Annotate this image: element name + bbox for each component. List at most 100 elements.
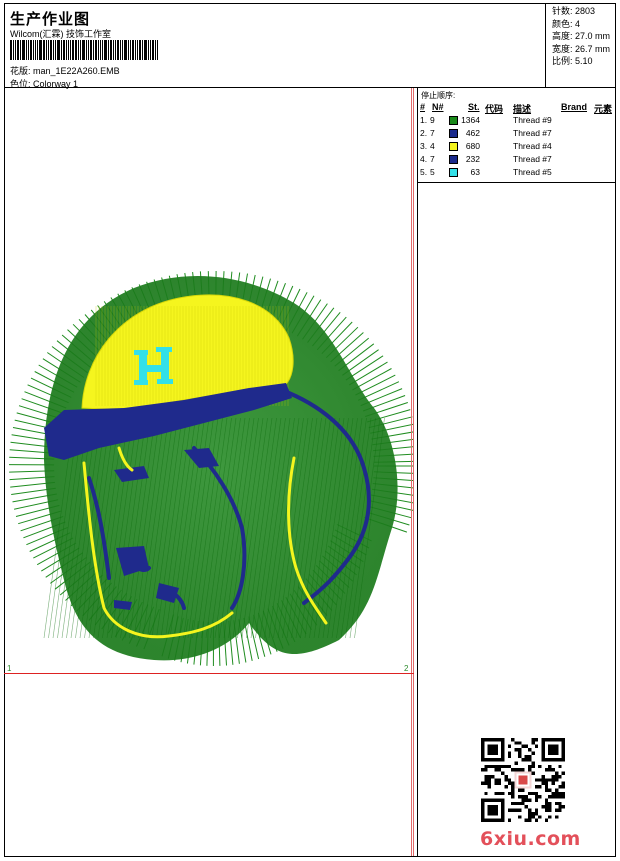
barcode-bar: [113, 40, 114, 60]
row-number: 7: [430, 154, 435, 164]
qr-module: [562, 772, 565, 775]
barcode-bar: [115, 40, 116, 60]
qr-module: [552, 795, 555, 798]
barcode-bar: [17, 40, 19, 60]
qr-module: [528, 812, 531, 815]
qr-module: [511, 788, 514, 791]
qr-module: [558, 809, 561, 812]
barcode-bar: [98, 40, 99, 60]
row-description: Thread #7: [513, 128, 552, 138]
row-stitches: 680: [466, 141, 480, 151]
barcode-bar: [22, 40, 25, 60]
color-swatch: [449, 129, 458, 138]
design-file-label: 花版:: [10, 66, 31, 76]
qr-module: [518, 741, 521, 744]
qr-module: [494, 768, 497, 771]
stop-sequence-title: 停止顺序:: [421, 90, 455, 101]
qr-module: [511, 768, 514, 771]
qr-module: [545, 778, 548, 781]
qr-module: [545, 798, 548, 801]
qr-module: [505, 785, 508, 788]
qr-module: [528, 768, 531, 771]
qr-module: [548, 815, 551, 818]
barcode-bar: [57, 40, 60, 60]
barcode-bar: [100, 40, 101, 60]
qr-module: [498, 765, 501, 768]
stop-row: 3.4 680 Thread #4: [418, 141, 616, 154]
barcode-bar: [102, 40, 103, 60]
barcode-bar: [70, 40, 71, 60]
qr-module: [484, 768, 487, 771]
qr-module: [555, 788, 558, 791]
qr-module: [531, 772, 534, 775]
qr-module: [558, 802, 561, 805]
stop-row: 5.563Thread #5: [418, 167, 616, 180]
qr-module: [484, 778, 487, 781]
color-swatch: [449, 116, 458, 125]
barcode-bar: [122, 40, 123, 60]
barcode-bar: [68, 40, 69, 60]
qr-module: [548, 802, 551, 805]
qr-module: [521, 802, 524, 805]
qr-module: [545, 819, 548, 822]
qr-module: [508, 819, 511, 822]
qr-module: [508, 765, 511, 768]
qr-code: [481, 738, 565, 822]
qr-module: [498, 782, 501, 785]
qr-module: [538, 785, 541, 788]
qr-module: [548, 745, 558, 755]
qr-module: [518, 788, 521, 791]
qr-module: [494, 778, 497, 781]
qr-module: [558, 785, 561, 788]
qr-module: [498, 768, 501, 771]
qr-module: [518, 755, 521, 758]
qr-module: [548, 788, 551, 791]
qr-module: [552, 782, 555, 785]
qr-module: [555, 778, 558, 781]
qr-module: [558, 792, 561, 795]
barcode-bar: [132, 40, 134, 60]
row-number: 4: [430, 141, 435, 151]
qr-module: [525, 795, 528, 798]
qr-module: [511, 795, 514, 798]
barcode-bar: [50, 40, 52, 60]
barcode-bar: [35, 40, 36, 60]
spec-panel: 针数: 2803 颜色: 4 高度: 27.0 mm 宽度: 26.7 mm 比…: [545, 3, 616, 87]
barcode-bar: [43, 40, 45, 60]
qr-module: [488, 778, 491, 781]
qr-module: [555, 795, 558, 798]
barcode-bar: [78, 40, 79, 60]
barcode-bar: [135, 40, 136, 60]
qr-module: [528, 815, 531, 818]
row-index: 5.: [420, 167, 427, 177]
qr-module: [531, 812, 534, 815]
barcode-bar: [108, 40, 109, 60]
row-stitches: 462: [466, 128, 480, 138]
qr-module: [545, 788, 548, 791]
guide-line-vertical: [411, 88, 412, 856]
qr-module: [528, 755, 531, 758]
qr-module: [555, 815, 558, 818]
qr-module: [518, 802, 521, 805]
qr-module: [515, 802, 518, 805]
qr-module: [505, 778, 508, 781]
qr-module: [562, 782, 565, 785]
qr-module: [488, 805, 498, 815]
qr-module: [518, 768, 521, 771]
col-header-desc: 描述: [513, 102, 531, 115]
qr-module: [521, 795, 524, 798]
qr-module: [545, 768, 548, 771]
row-index: 2.: [420, 128, 427, 138]
row-index: 1.: [420, 115, 427, 125]
qr-module: [531, 815, 534, 818]
qr-module: [535, 745, 538, 748]
row-description: Thread #4: [513, 141, 552, 151]
qr-module: [501, 792, 504, 795]
stop-sequence-panel: 停止顺序: # N# St. 代码 描述 Brand 元素 1.91364Thr…: [418, 88, 616, 183]
design-preview: [4, 88, 414, 856]
qr-module: [535, 795, 538, 798]
sheet-header: 生产作业图 Wilcom(汇霖) 技饰工作室 花版: man_1E22A260.…: [4, 3, 616, 88]
row-index: 3.: [420, 141, 427, 151]
qr-module: [494, 792, 497, 795]
company-name: Wilcom(汇霖) 技饰工作室: [10, 27, 111, 40]
